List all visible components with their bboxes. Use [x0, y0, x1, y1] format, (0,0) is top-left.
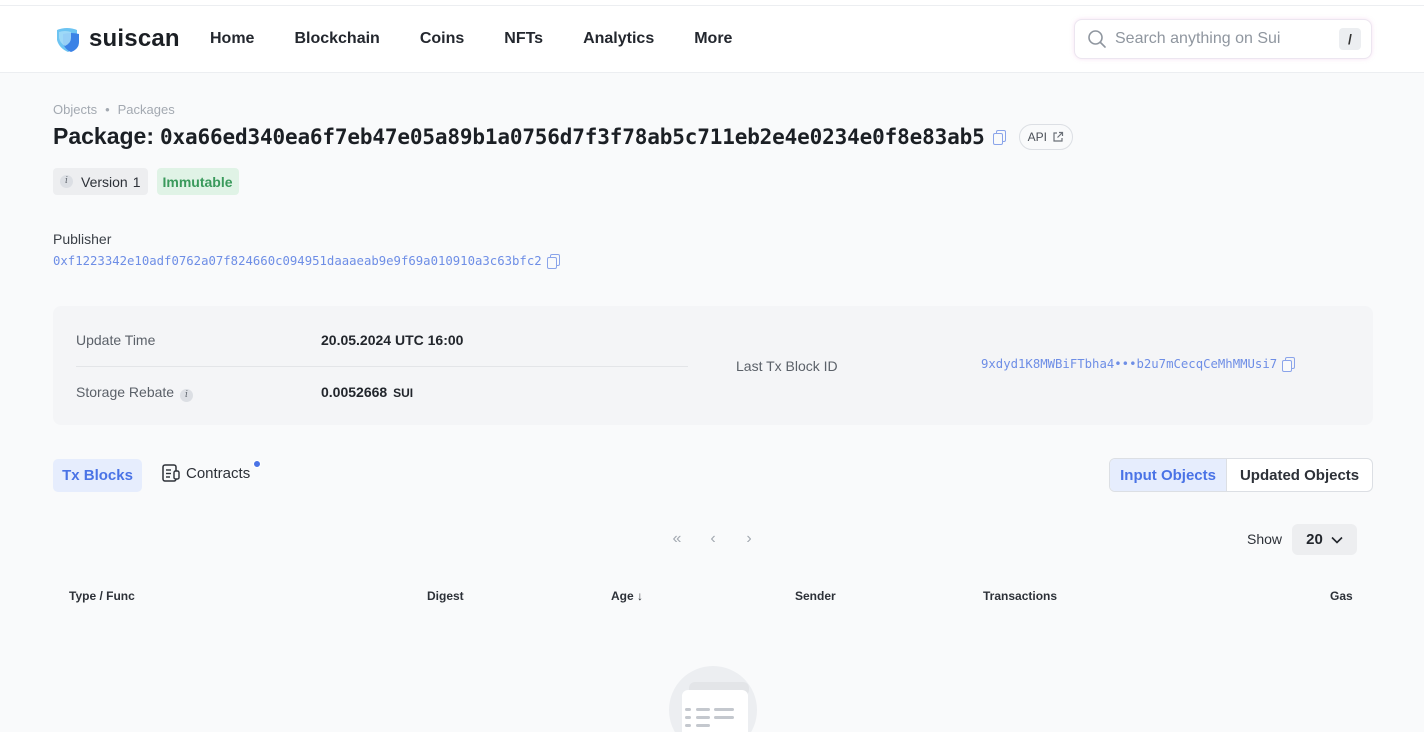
storage-rebate-value: 0.0052668 SUI — [321, 384, 413, 400]
nav-more[interactable]: More — [694, 30, 732, 48]
version-value: 1 — [132, 173, 141, 190]
page-size-value: 20 — [1306, 531, 1323, 548]
last-tx-row: 9xdyd1K8MWBiFTbha4•••b2u7mCecqCeMhMMUsi7 — [981, 357, 1296, 372]
empty-line — [685, 716, 691, 719]
copy-icon[interactable] — [1282, 357, 1296, 372]
tab-contracts[interactable]: Contracts — [161, 463, 250, 483]
empty-line — [685, 708, 691, 711]
prev-page-button[interactable]: ‹ — [704, 530, 722, 548]
suiscan-logo-icon — [57, 28, 79, 52]
column-header-type-func: Type / Func — [69, 589, 135, 603]
version-badge: i Version 1 — [53, 168, 148, 195]
divider — [76, 366, 688, 367]
first-page-button[interactable]: « — [668, 530, 686, 548]
show-label: Show — [1247, 531, 1283, 547]
storage-rebate-label-text: Storage Rebate — [76, 384, 175, 400]
nav-home[interactable]: Home — [210, 30, 254, 48]
tab-contracts-label: Contracts — [186, 464, 251, 482]
column-header-gas: Gas — [1330, 589, 1353, 603]
search-shortcut-key: / — [1339, 28, 1361, 50]
tab-input-objects[interactable]: Input Objects — [1110, 459, 1228, 491]
api-button[interactable]: API — [1018, 123, 1073, 150]
logo[interactable]: suiscan — [53, 24, 180, 54]
tab-tx-blocks[interactable]: Tx Blocks — [53, 459, 142, 492]
package-id: 0xa66ed340ea6f7eb47e05a89b1a0756d7f3f78a… — [160, 124, 985, 149]
search-input[interactable] — [1115, 30, 1335, 48]
header: suiscan Home Blockchain Coins NFTs Analy… — [0, 6, 1424, 73]
breadcrumb-separator: • — [105, 102, 110, 117]
nav-coins[interactable]: Coins — [420, 30, 464, 48]
storage-rebate-label: Storage Rebate i — [76, 384, 193, 402]
chevron-down-icon — [1331, 536, 1343, 544]
info-icon[interactable]: i — [60, 175, 73, 188]
empty-line — [685, 724, 691, 727]
badges: i Version 1 Immutable — [53, 168, 239, 195]
update-time-value: 20.05.2024 UTC 16:00 — [321, 332, 464, 348]
column-header-digest: Digest — [427, 589, 464, 603]
tab-updated-objects[interactable]: Updated Objects — [1227, 459, 1372, 491]
breadcrumb-objects[interactable]: Objects — [53, 102, 97, 117]
publisher-label: Publisher — [53, 231, 112, 247]
status-badge: Immutable — [156, 168, 239, 195]
pagination: « ‹ › — [668, 530, 758, 548]
search-icon — [1088, 30, 1106, 48]
copy-icon[interactable] — [546, 254, 560, 269]
info-icon[interactable]: i — [179, 389, 193, 402]
publisher-row: 0xf1223342e10adf0762a07f824660c094951daa… — [53, 254, 560, 269]
empty-line — [714, 708, 734, 711]
notification-dot — [253, 460, 261, 468]
external-link-icon — [1053, 131, 1064, 142]
empty-line — [696, 716, 710, 719]
next-page-button[interactable]: › — [740, 530, 758, 548]
column-header-sender: Sender — [795, 589, 836, 603]
page-title: Package: 0xa66ed340ea6f7eb47e05a89b1a075… — [53, 123, 1073, 150]
page-size-select[interactable]: 20 — [1292, 524, 1357, 555]
storage-rebate-amount: 0.0052668 — [321, 384, 388, 400]
publisher-address-link[interactable]: 0xf1223342e10adf0762a07f824660c094951daa… — [53, 254, 542, 268]
api-label: API — [1027, 129, 1047, 144]
last-tx-link[interactable]: 9xdyd1K8MWBiFTbha4•••b2u7mCecqCeMhMMUsi7 — [981, 357, 1277, 371]
nav-nfts[interactable]: NFTs — [504, 30, 543, 48]
logo-text: suiscan — [89, 25, 180, 52]
sui-unit: SUI — [393, 386, 414, 400]
info-card: Update Time 20.05.2024 UTC 16:00 Storage… — [53, 306, 1373, 425]
nav-blockchain[interactable]: Blockchain — [294, 30, 379, 48]
title-label: Package: — [53, 123, 155, 149]
main-nav: Home Blockchain Coins NFTs Analytics Mor… — [210, 30, 772, 48]
empty-card — [682, 690, 748, 732]
breadcrumb-packages[interactable]: Packages — [118, 102, 175, 117]
update-time-label: Update Time — [76, 332, 156, 348]
search-box[interactable]: / — [1074, 19, 1372, 59]
copy-icon[interactable] — [992, 129, 1006, 145]
contract-icon — [162, 464, 180, 482]
empty-line — [696, 724, 710, 727]
nav-analytics[interactable]: Analytics — [583, 30, 654, 48]
column-header-age[interactable]: Age ↓ — [611, 589, 643, 603]
last-tx-label: Last Tx Block ID — [736, 358, 838, 374]
empty-line — [696, 708, 710, 711]
empty-line — [714, 716, 734, 719]
breadcrumb: Objects • Packages — [53, 102, 175, 117]
empty-state-icon — [669, 666, 757, 732]
version-label: Version — [81, 173, 128, 190]
column-header-transactions: Transactions — [983, 589, 1058, 603]
object-segmented-control: Input Objects Updated Objects — [1109, 458, 1373, 492]
